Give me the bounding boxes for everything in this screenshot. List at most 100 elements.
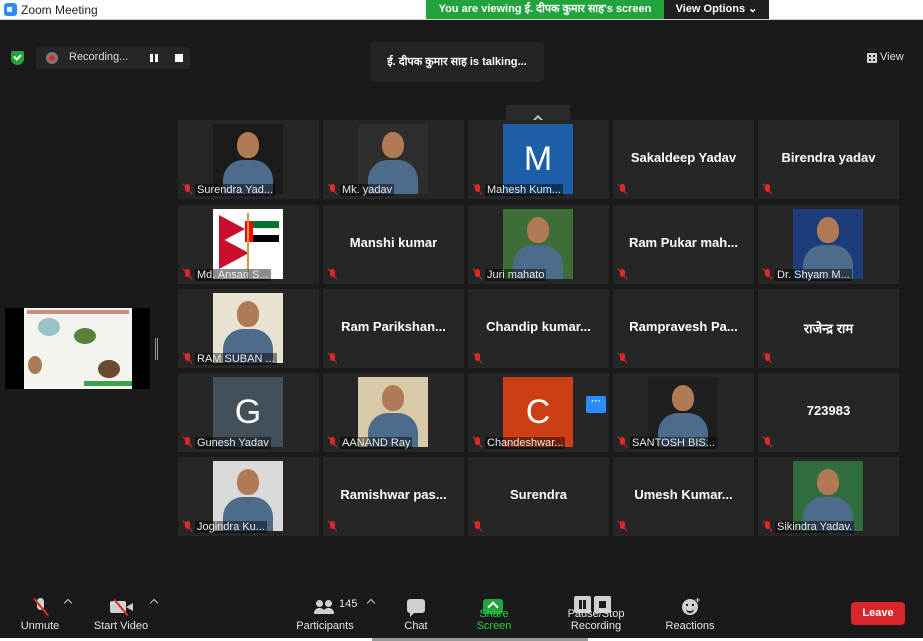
participant-label: Gunesh Yadav bbox=[195, 437, 271, 449]
participant-label: Surendra Yad... bbox=[195, 184, 276, 196]
participant-tile[interactable]: RAM SUBAN ... bbox=[178, 289, 319, 368]
muted-microphone-icon bbox=[762, 352, 774, 364]
view-button-label: View bbox=[880, 51, 904, 63]
share-screen-button[interactable]: Share Screen bbox=[461, 594, 527, 640]
muted-microphone-icon bbox=[762, 436, 774, 448]
participant-label: RAM SUBAN ... bbox=[195, 353, 277, 365]
muted-microphone-icon bbox=[617, 352, 629, 364]
participant-name: 723983 bbox=[806, 403, 851, 418]
view-options-button[interactable]: View Options ⌄ bbox=[664, 0, 769, 19]
participant-tile[interactable]: G Gunesh Yadav bbox=[178, 373, 319, 452]
muted-microphone-icon bbox=[327, 436, 339, 448]
participant-name: Rampravesh Pa... bbox=[629, 319, 738, 334]
participants-button[interactable]: 145 Participants bbox=[293, 594, 357, 640]
video-off-icon bbox=[110, 600, 134, 614]
recording-indicator: Recording... bbox=[36, 47, 190, 69]
muted-microphone-icon bbox=[617, 520, 629, 532]
more-options-icon[interactable]: ··· bbox=[586, 396, 606, 413]
chat-label: Chat bbox=[404, 620, 428, 632]
chat-button[interactable]: Chat bbox=[394, 594, 438, 640]
record-label: Pause/Stop Recording bbox=[567, 608, 625, 632]
muted-microphone-icon bbox=[617, 183, 629, 195]
muted-microphone-icon bbox=[327, 520, 339, 532]
participant-label: Mk. yadav bbox=[340, 184, 395, 196]
participant-label: AANAND Ray bbox=[340, 437, 413, 449]
participant-tile[interactable]: Surendra bbox=[468, 457, 609, 536]
stop-recording-icon[interactable] bbox=[175, 54, 183, 62]
muted-microphone-icon bbox=[472, 183, 484, 195]
shared-document-image bbox=[24, 308, 132, 389]
muted-microphone-icon bbox=[472, 520, 484, 532]
reactions-button[interactable]: + Reactions bbox=[665, 594, 715, 640]
participant-tile[interactable]: Surendra Yad... bbox=[178, 120, 319, 199]
muted-microphone-icon bbox=[327, 268, 339, 280]
participant-tile[interactable]: Manshi kumar bbox=[323, 205, 464, 284]
microphone-muted-icon bbox=[34, 598, 46, 616]
participant-tile[interactable]: Umesh Kumar... bbox=[613, 457, 754, 536]
participant-tile[interactable]: Sikindra Yadav. bbox=[758, 457, 899, 536]
participant-name: Chandip kumar... bbox=[486, 319, 591, 334]
participant-name: Manshi kumar bbox=[349, 235, 438, 250]
security-shield-icon[interactable] bbox=[11, 51, 24, 65]
participant-tile[interactable]: 723983 bbox=[758, 373, 899, 452]
muted-microphone-icon bbox=[617, 436, 629, 448]
participant-label: Md. Ansari S... bbox=[195, 269, 271, 281]
unmute-button[interactable]: Unmute bbox=[12, 594, 68, 640]
muted-microphone-icon bbox=[182, 436, 194, 448]
zoom-app-icon bbox=[4, 3, 17, 16]
participant-tile[interactable]: Md. Ansari S... bbox=[178, 205, 319, 284]
participant-name: Ram Parikshan... bbox=[341, 319, 446, 334]
muted-microphone-icon bbox=[472, 268, 484, 280]
muted-microphone-icon bbox=[182, 183, 194, 195]
share-screen-label: Share Screen bbox=[476, 608, 512, 632]
participant-tile[interactable]: Birendra yadav bbox=[758, 120, 899, 199]
participant-tile[interactable]: Jogindra Ku... bbox=[178, 457, 319, 536]
screen-share-banner: You are viewing ई. दीपक कुमार साह's scre… bbox=[426, 0, 664, 19]
participant-name: Ram Pukar mah... bbox=[628, 235, 739, 250]
muted-microphone-icon bbox=[472, 352, 484, 364]
participant-tile[interactable]: Chandip kumar... bbox=[468, 289, 609, 368]
participant-tile[interactable]: Ram Parikshan... bbox=[323, 289, 464, 368]
start-video-button[interactable]: Start Video bbox=[90, 594, 152, 640]
pause-stop-recording-button[interactable]: Pause/Stop Recording bbox=[541, 594, 651, 640]
participant-tile[interactable]: Juri mahato bbox=[468, 205, 609, 284]
start-video-label: Start Video bbox=[93, 620, 149, 632]
meeting-toolbar: Unmute Start Video 145 Participants Chat… bbox=[0, 592, 923, 641]
reactions-icon: + bbox=[682, 595, 700, 615]
leave-button[interactable]: Leave bbox=[851, 602, 905, 625]
participant-tile[interactable]: AANAND Ray bbox=[323, 373, 464, 452]
muted-microphone-icon bbox=[182, 520, 194, 532]
participant-tile[interactable]: M Mahesh Kum... bbox=[468, 120, 609, 199]
participant-tile[interactable]: Ramishwar pas... bbox=[323, 457, 464, 536]
participant-label: Dr. Shyam M... bbox=[775, 269, 852, 281]
muted-microphone-icon bbox=[762, 520, 774, 532]
participants-icon bbox=[314, 600, 334, 614]
active-speaker-notice: ई. दीपक कुमार साह is talking... bbox=[370, 42, 544, 82]
participant-tile[interactable]: राजेन्द्र राम bbox=[758, 289, 899, 368]
shared-screen-thumbnail[interactable] bbox=[5, 308, 150, 389]
participants-options-chevron-icon[interactable] bbox=[366, 598, 376, 608]
record-icon bbox=[46, 52, 58, 64]
participant-tile[interactable]: Dr. Shyam M... bbox=[758, 205, 899, 284]
muted-microphone-icon bbox=[327, 352, 339, 364]
participant-tile[interactable]: Sakaldeep Yadav bbox=[613, 120, 754, 199]
pause-recording-icon[interactable] bbox=[149, 53, 159, 63]
chat-icon bbox=[407, 599, 425, 617]
view-button[interactable]: View bbox=[862, 50, 910, 68]
muted-microphone-icon bbox=[182, 352, 194, 364]
muted-microphone-icon bbox=[472, 436, 484, 448]
participants-label: Participants bbox=[296, 620, 354, 632]
participant-name: Birendra yadav bbox=[781, 150, 876, 165]
participant-label: Jogindra Ku... bbox=[195, 521, 267, 533]
muted-microphone-icon bbox=[617, 268, 629, 280]
participant-tile[interactable]: Rampravesh Pa... bbox=[613, 289, 754, 368]
participant-tile[interactable]: Mk. yadav bbox=[323, 120, 464, 199]
muted-microphone-icon bbox=[762, 183, 774, 195]
participant-label: Sikindra Yadav. bbox=[775, 521, 855, 533]
panel-splitter-handle[interactable] bbox=[155, 338, 158, 360]
participant-name: Sakaldeep Yadav bbox=[630, 150, 737, 165]
participant-tile[interactable]: Ram Pukar mah... bbox=[613, 205, 754, 284]
reactions-label: Reactions bbox=[665, 620, 715, 632]
participant-tile[interactable]: SANTOSH BIS... bbox=[613, 373, 754, 452]
gallery-grid-icon bbox=[867, 53, 877, 63]
